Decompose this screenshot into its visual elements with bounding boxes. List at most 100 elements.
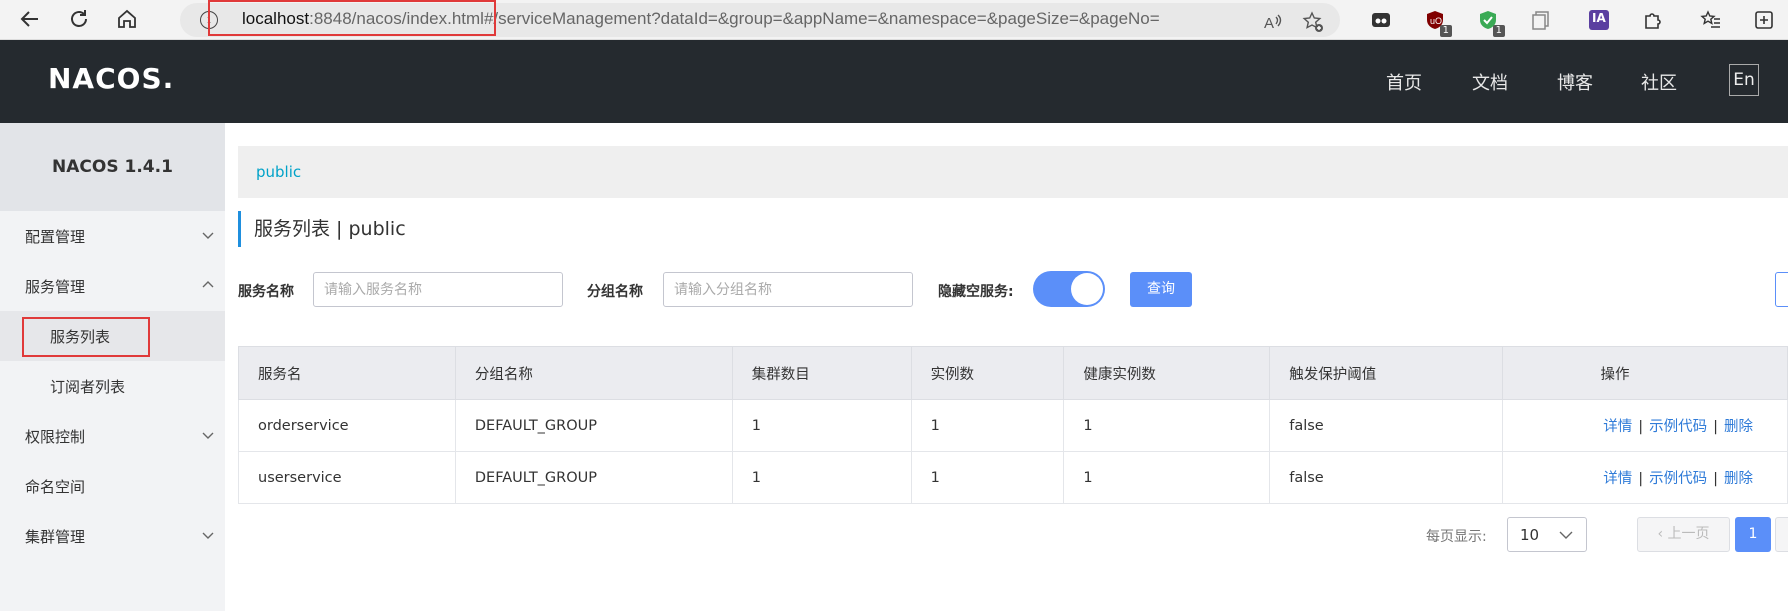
back-button[interactable] <box>15 4 45 34</box>
page-title: 服务列表 | public <box>238 211 406 247</box>
shield-badge: 1 <box>1492 25 1505 37</box>
browser-toolbar: i localhost:8848/nacos/index.html#/servi… <box>0 0 1788 40</box>
prev-page-button[interactable]: ‹ 上一页 <box>1637 517 1730 552</box>
table-row: orderservice DEFAULT_GROUP 1 1 1 false 详… <box>238 399 1788 452</box>
cell-instance-count: 1 <box>910 399 1065 452</box>
nacos-logo[interactable]: NACOS. <box>48 62 174 95</box>
cell-group-name: DEFAULT_GROUP <box>454 451 733 504</box>
sidebar-title: NACOS 1.4.1 <box>0 123 225 211</box>
favorite-button[interactable] <box>1300 9 1326 35</box>
column-header-operations: 操作 <box>1502 346 1788 400</box>
service-table: 服务名 分组名称 集群数目 实例数 健康实例数 触发保护阈值 操作 orders… <box>238 346 1788 504</box>
cell-cluster-count: 1 <box>731 399 912 452</box>
svg-text:A: A <box>1264 15 1274 32</box>
sidebar-item-label: 服务管理 <box>25 278 86 296</box>
sidebar-item-label: 权限控制 <box>25 428 86 446</box>
puzzle-icon <box>1645 13 1661 29</box>
sidebar-item-cluster-management[interactable]: 集群管理 <box>0 511 225 561</box>
delete-link[interactable]: 删除 <box>1724 471 1753 487</box>
cell-healthy-instance-count: 1 <box>1063 451 1271 504</box>
sidebar-item-service-management[interactable]: 服务管理 <box>0 261 225 311</box>
sidebar-item-namespace[interactable]: 命名空间 <box>0 461 225 511</box>
extensions-button[interactable] <box>1638 5 1668 35</box>
sidebar-item-access-control[interactable]: 权限控制 <box>0 411 225 461</box>
favorites-button[interactable] <box>1696 5 1726 35</box>
cell-instance-count: 1 <box>910 451 1065 504</box>
column-header-healthy-instance-count[interactable]: 健康实例数 <box>1063 346 1271 400</box>
detail-link[interactable]: 详情 <box>1603 471 1632 487</box>
delete-link[interactable]: 删除 <box>1724 419 1753 435</box>
hide-empty-toggle[interactable] <box>1033 271 1105 307</box>
home-button[interactable] <box>112 4 142 34</box>
refresh-button[interactable] <box>64 4 94 34</box>
column-header-service-name[interactable]: 服务名 <box>238 346 456 400</box>
ia-label: IA <box>1592 11 1606 25</box>
extension-ublock[interactable]: uO 1 <box>1420 5 1452 37</box>
column-header-cluster-count[interactable]: 集群数目 <box>731 346 912 400</box>
separator: | <box>1638 471 1644 487</box>
cell-cluster-count: 1 <box>731 451 912 504</box>
sidebar-item-label: 订阅者列表 <box>50 378 126 396</box>
namespace-bar: public <box>238 146 1788 198</box>
chevron-left-icon: ‹ <box>1657 526 1668 542</box>
home-icon <box>118 9 136 28</box>
chevron-down-icon <box>1559 531 1573 539</box>
language-switch-button[interactable]: En <box>1729 64 1759 96</box>
selected-item-highlight-box <box>22 317 150 357</box>
sample-code-link[interactable]: 示例代码 <box>1649 419 1707 435</box>
hide-empty-label: 隐藏空服务: <box>938 284 1014 300</box>
back-arrow-icon <box>20 11 38 27</box>
chevron-down-icon <box>202 232 214 239</box>
column-header-group-name[interactable]: 分组名称 <box>454 346 733 400</box>
read-aloud-icon: A <box>1264 14 1282 32</box>
nav-community[interactable]: 社区 <box>1641 69 1677 95</box>
query-button[interactable]: 查询 <box>1130 272 1192 307</box>
cell-service-name: orderservice <box>238 399 456 452</box>
detail-link[interactable]: 详情 <box>1603 419 1632 435</box>
extension-reader[interactable] <box>1366 5 1396 35</box>
sidebar-item-subscriber-list[interactable]: 订阅者列表 <box>0 361 225 411</box>
column-header-instance-count[interactable]: 实例数 <box>910 346 1065 400</box>
nav-home[interactable]: 首页 <box>1386 69 1422 95</box>
separator: | <box>1713 419 1718 435</box>
extension-copy[interactable] <box>1526 5 1556 35</box>
separator: | <box>1638 419 1644 435</box>
app-header: NACOS. 首页 文档 博客 社区 En <box>0 40 1788 123</box>
page-size-select[interactable]: 10 <box>1507 517 1587 552</box>
group-name-label: 分组名称 <box>587 284 643 300</box>
separator: | <box>1713 471 1718 487</box>
collections-button[interactable] <box>1749 5 1779 35</box>
refresh-icon <box>71 10 87 27</box>
prev-page-label: 上一页 <box>1667 526 1710 542</box>
column-header-protect-threshold[interactable]: 触发保护阈值 <box>1269 346 1504 400</box>
toggle-knob <box>1071 273 1103 305</box>
sample-code-link[interactable]: 示例代码 <box>1649 471 1707 487</box>
chevron-up-icon <box>202 281 214 288</box>
cell-protect-threshold: false <box>1269 451 1504 504</box>
service-name-input[interactable] <box>313 272 563 307</box>
sidebar-item-label: 集群管理 <box>25 528 86 546</box>
extension-ia[interactable]: IA <box>1584 5 1614 35</box>
namespace-public-link[interactable]: public <box>256 163 301 181</box>
url-highlight-box <box>208 0 496 36</box>
page-size-value: 10 <box>1520 526 1540 544</box>
table-row: userservice DEFAULT_GROUP 1 1 1 false 详情… <box>238 451 1788 504</box>
cell-healthy-instance-count: 1 <box>1063 399 1271 452</box>
read-aloud-button[interactable]: A <box>1260 9 1286 35</box>
collections-icon <box>1755 11 1773 29</box>
nav-docs[interactable]: 文档 <box>1472 69 1508 95</box>
sidebar: NACOS 1.4.1 配置管理 服务管理 服务列表 订阅者列表 权限控制 命名… <box>0 123 225 611</box>
sidebar-item-config-management[interactable]: 配置管理 <box>0 211 225 261</box>
nav-blog[interactable]: 博客 <box>1557 69 1593 95</box>
cell-service-name: userservice <box>238 451 456 504</box>
cell-protect-threshold: false <box>1269 399 1504 452</box>
current-page-button[interactable]: 1 <box>1735 517 1771 552</box>
create-service-button[interactable] <box>1775 272 1788 307</box>
page-size-label: 每页显示: <box>1426 529 1487 545</box>
group-name-input[interactable] <box>663 272 913 307</box>
cell-group-name: DEFAULT_GROUP <box>454 399 733 452</box>
extension-shield[interactable]: 1 <box>1473 5 1505 37</box>
chevron-down-icon <box>202 432 214 439</box>
favorites-list-icon <box>1700 10 1720 28</box>
next-page-button[interactable] <box>1775 517 1788 552</box>
